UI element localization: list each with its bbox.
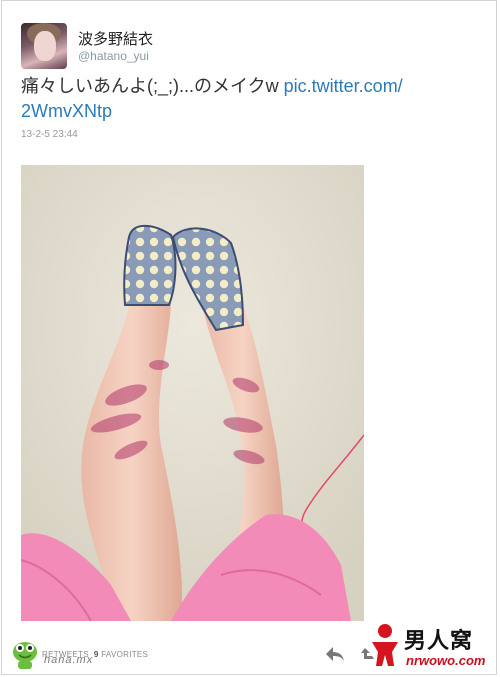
tweet-timestamp[interactable]: 13-2-5 23:44 — [21, 129, 78, 140]
reply-icon[interactable] — [324, 644, 346, 664]
brand-title: 男人窝 — [404, 628, 474, 653]
display-name[interactable]: 波多野結衣 — [78, 28, 153, 49]
tweet-photo[interactable] — [21, 165, 364, 621]
brand-watermark: 男人窝 nrwowo.com — [368, 620, 494, 672]
pic-link-part1: pic.twitter.com/ — [283, 76, 403, 96]
favorites-label[interactable]: FAVORITES — [101, 650, 148, 659]
watermark-text: hana.mx — [44, 654, 94, 666]
frog-mascot-icon — [13, 642, 37, 669]
tweet-card: 波多野結衣 @hatano_yui 痛々しいあんよ(;_;)...のメイクw p… — [1, 0, 497, 675]
tweet-body: 痛々しいあんよ(;_;)...のメイクw — [21, 76, 284, 96]
brand-url: nrwowo.com — [406, 653, 486, 668]
photo-image — [21, 165, 364, 621]
tweet-text: 痛々しいあんよ(;_;)...のメイクw pic.twitter.com/2Wm… — [21, 74, 481, 124]
avatar[interactable] — [21, 23, 67, 69]
brand-logo-icon — [372, 624, 398, 666]
favorites-count[interactable]: 9 — [94, 650, 99, 659]
pic-link-part2: 2WmvXNtp — [21, 101, 113, 121]
user-handle[interactable]: @hatano_yui — [78, 49, 149, 63]
avatar-face — [34, 31, 56, 61]
